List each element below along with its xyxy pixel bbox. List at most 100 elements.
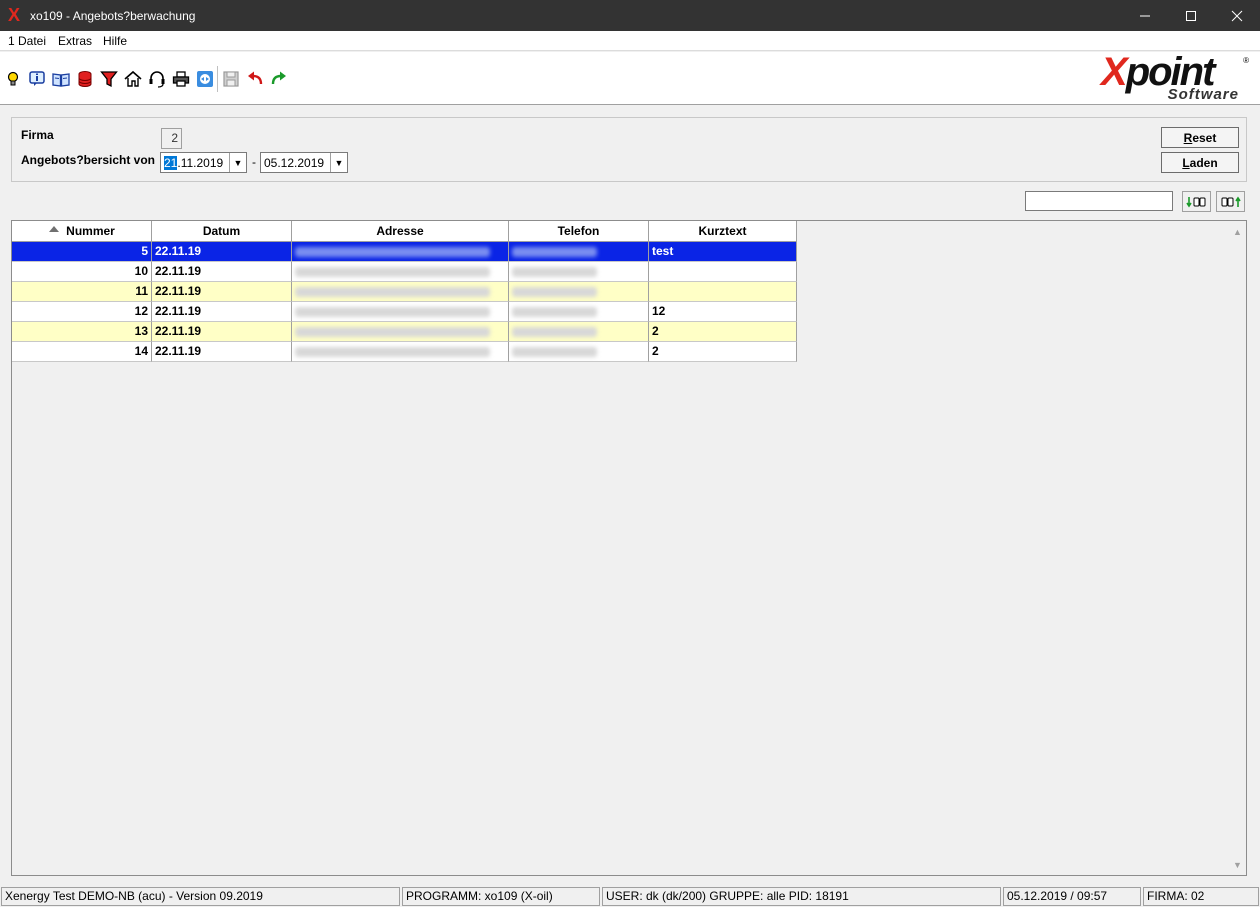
cell-adresse (292, 302, 509, 322)
menu-hilfe[interactable]: Hilfe (103, 34, 127, 48)
redacted-telefon (512, 347, 597, 357)
scroll-up-icon[interactable]: ▲ (1229, 223, 1246, 240)
cell-datum: 22.11.19 (152, 342, 292, 362)
cell-telefon (509, 322, 649, 342)
column-header-datum[interactable]: Datum (152, 221, 292, 242)
redacted-adresse (295, 327, 490, 337)
filter-icon[interactable] (99, 69, 119, 89)
status-datetime: 05.12.2019 / 09:57 (1003, 887, 1141, 906)
search-down-button[interactable] (1182, 191, 1211, 212)
cell-datum: 22.11.19 (152, 282, 292, 302)
binoculars-up-icon (1221, 196, 1241, 207)
offers-table[interactable]: Nummer Datum Adresse Telefon Kurztext 52… (11, 220, 1247, 876)
date-from-selected-part: 21 (164, 156, 178, 170)
headset-icon[interactable] (147, 69, 167, 89)
search-input[interactable] (1025, 191, 1173, 211)
firma-label: Firma (21, 128, 54, 142)
date-to-field[interactable]: 05.12.2019 ▼ (260, 152, 348, 173)
chevron-down-icon[interactable]: ▼ (229, 153, 246, 172)
search-up-button[interactable] (1216, 191, 1245, 212)
menu-bar: 1 Datei Extras Hilfe (0, 31, 1260, 51)
table-row[interactable]: 11 22.11.19 (12, 282, 797, 302)
column-header-nummer[interactable]: Nummer (12, 221, 152, 242)
redacted-adresse (295, 347, 490, 357)
redacted-telefon (512, 327, 597, 337)
cell-datum: 22.11.19 (152, 322, 292, 342)
save-icon[interactable] (221, 69, 241, 89)
filter-panel: Firma 2 Angebots?bersicht von 21.11.2019… (11, 117, 1247, 182)
cell-datum: 22.11.19 (152, 242, 292, 262)
redacted-telefon (512, 247, 597, 257)
xpoint-logo: Xpoint Software ® (1101, 50, 1251, 103)
logo-subtitle: Software (1167, 86, 1239, 103)
status-firma: FIRMA: 02 (1143, 887, 1259, 906)
firma-field[interactable]: 2 (161, 128, 182, 149)
home-icon[interactable] (123, 69, 143, 89)
table-row[interactable]: 14 22.11.19 2 (12, 342, 797, 362)
toolbar: Xpoint Software ® (0, 50, 1260, 105)
laden-button[interactable]: Laden (1161, 152, 1239, 173)
menu-extras[interactable]: Extras (58, 34, 92, 48)
chevron-down-icon[interactable]: ▼ (330, 153, 347, 172)
cell-nummer: 11 (12, 282, 152, 302)
cell-adresse (292, 342, 509, 362)
cell-nummer: 5 (12, 242, 152, 262)
teamviewer-icon[interactable] (195, 69, 215, 89)
cell-nummer: 12 (12, 302, 152, 322)
cell-nummer: 14 (12, 342, 152, 362)
database-icon[interactable] (75, 69, 95, 89)
column-header-telefon[interactable]: Telefon (509, 221, 649, 242)
book-icon[interactable] (51, 69, 71, 89)
redacted-adresse (295, 287, 490, 297)
cell-nummer: 10 (12, 262, 152, 282)
title-bar: X xo109 - Angebots?berwachung (0, 0, 1260, 31)
cell-datum: 22.11.19 (152, 302, 292, 322)
cell-adresse (292, 242, 509, 262)
cell-telefon (509, 262, 649, 282)
sort-ascending-icon (49, 226, 60, 232)
window-title: xo109 - Angebots?berwachung (30, 9, 196, 23)
close-icon[interactable] (1214, 0, 1260, 31)
redo-icon[interactable] (269, 69, 289, 89)
cell-datum: 22.11.19 (152, 262, 292, 282)
table-row[interactable]: 12 22.11.19 12 (12, 302, 797, 322)
table-row[interactable]: 10 22.11.19 (12, 262, 797, 282)
cell-adresse (292, 322, 509, 342)
table-row[interactable]: 5 22.11.19 test (12, 242, 797, 262)
menu-datei[interactable]: 1 Datei (8, 34, 46, 48)
app-icon: X (8, 5, 21, 25)
cell-adresse (292, 282, 509, 302)
date-from-rest: .11.2019 (177, 156, 224, 170)
column-header-kurztext[interactable]: Kurztext (649, 221, 797, 242)
redacted-adresse (295, 267, 490, 277)
maximize-icon[interactable] (1168, 0, 1214, 31)
date-to-value: 05.12.2019 (264, 156, 325, 170)
column-header-adresse[interactable]: Adresse (292, 221, 509, 242)
binoculars-down-icon (1185, 196, 1205, 207)
info-icon[interactable] (27, 69, 47, 89)
undo-icon[interactable] (245, 69, 265, 89)
date-from-field[interactable]: 21.11.2019 ▼ (160, 152, 247, 173)
lightbulb-icon[interactable] (3, 69, 23, 89)
redacted-telefon (512, 287, 597, 297)
status-bar: Xenergy Test DEMO-NB (acu) - Version 09.… (0, 886, 1260, 907)
cell-kurztext (649, 282, 797, 302)
toolbar-separator (217, 66, 218, 92)
cell-nummer: 13 (12, 322, 152, 342)
cell-adresse (292, 262, 509, 282)
cell-telefon (509, 242, 649, 262)
cell-telefon (509, 282, 649, 302)
table-row[interactable]: 13 22.11.19 2 (12, 322, 797, 342)
vertical-scrollbar[interactable]: ▲ ▼ (1229, 221, 1246, 875)
cell-kurztext: 2 (649, 342, 797, 362)
reset-button[interactable]: Reset (1161, 127, 1239, 148)
range-dash: - (252, 155, 256, 169)
status-system: Xenergy Test DEMO-NB (acu) - Version 09.… (1, 887, 400, 906)
minimize-icon[interactable] (1122, 0, 1168, 31)
printer-icon[interactable] (171, 69, 191, 89)
redacted-telefon (512, 307, 597, 317)
scroll-down-icon[interactable]: ▼ (1229, 856, 1246, 873)
status-program: PROGRAMM: xo109 (X-oil) (402, 887, 600, 906)
logo-registered: ® (1243, 56, 1249, 65)
cell-kurztext: 12 (649, 302, 797, 322)
